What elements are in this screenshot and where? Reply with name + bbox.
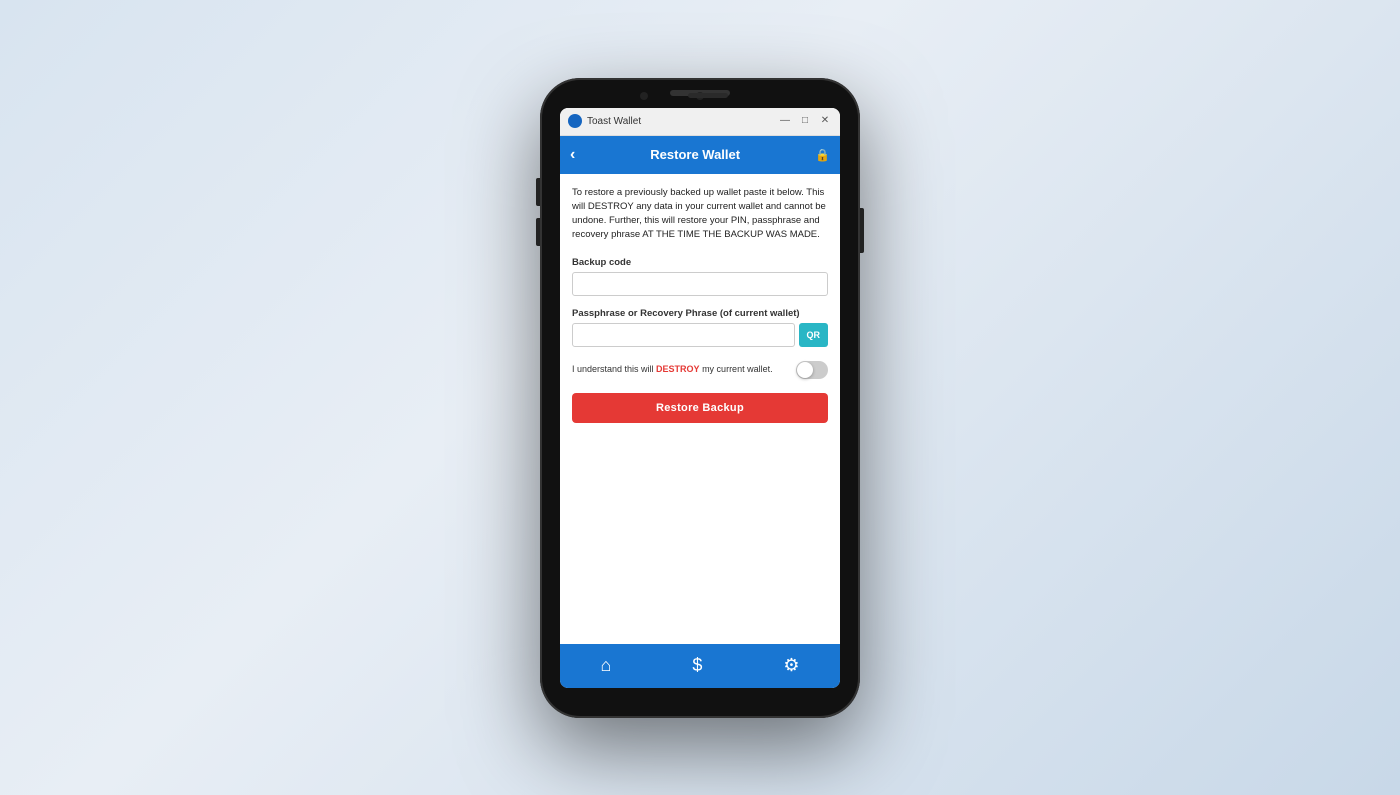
toggle-knob <box>797 362 813 378</box>
description-text: To restore a previously backed up wallet… <box>572 186 828 243</box>
window-controls: — □ ✕ <box>778 116 832 126</box>
maximize-button[interactable]: □ <box>798 116 812 126</box>
phone-screen: Toast Wallet — □ ✕ ‹ Restore Wallet 🔒 To… <box>560 108 840 688</box>
side-buttons-left <box>536 178 540 246</box>
page-title: Restore Wallet <box>575 147 815 162</box>
phone-speaker <box>688 93 728 98</box>
app-header: ‹ Restore Wallet 🔒 <box>560 136 840 174</box>
phone-mockup: Toast Wallet — □ ✕ ‹ Restore Wallet 🔒 To… <box>540 78 860 718</box>
bottom-nav: ⌂ $ ⚙ <box>560 644 840 688</box>
backup-code-input[interactable] <box>572 272 828 296</box>
confirm-destroy: DESTROY <box>656 364 700 374</box>
app-content: To restore a previously backed up wallet… <box>560 174 840 644</box>
restore-backup-button[interactable]: Restore Backup <box>572 393 828 423</box>
passphrase-label: Passphrase or Recovery Phrase (of curren… <box>572 308 828 319</box>
app-title: Toast Wallet <box>587 116 778 127</box>
money-nav-icon[interactable]: $ <box>684 647 710 684</box>
confirm-after: my current wallet. <box>700 364 773 374</box>
destroy-toggle[interactable] <box>796 361 828 379</box>
minimize-button[interactable]: — <box>778 116 792 126</box>
passphrase-input[interactable] <box>572 323 795 347</box>
passphrase-row: QR <box>572 323 828 347</box>
side-buttons-right <box>860 208 864 253</box>
home-nav-icon[interactable]: ⌂ <box>592 647 619 684</box>
window-titlebar: Toast Wallet — □ ✕ <box>560 108 840 136</box>
qr-button[interactable]: QR <box>799 323 829 347</box>
confirm-row: I understand this will DESTROY my curren… <box>572 361 828 379</box>
confirm-text: I understand this will DESTROY my curren… <box>572 363 790 376</box>
close-button[interactable]: ✕ <box>818 116 832 126</box>
lock-icon: 🔒 <box>815 148 830 162</box>
app-icon <box>568 114 582 128</box>
backup-code-label: Backup code <box>572 257 828 268</box>
confirm-before: I understand this will <box>572 364 656 374</box>
settings-nav-icon[interactable]: ⚙ <box>775 647 807 684</box>
